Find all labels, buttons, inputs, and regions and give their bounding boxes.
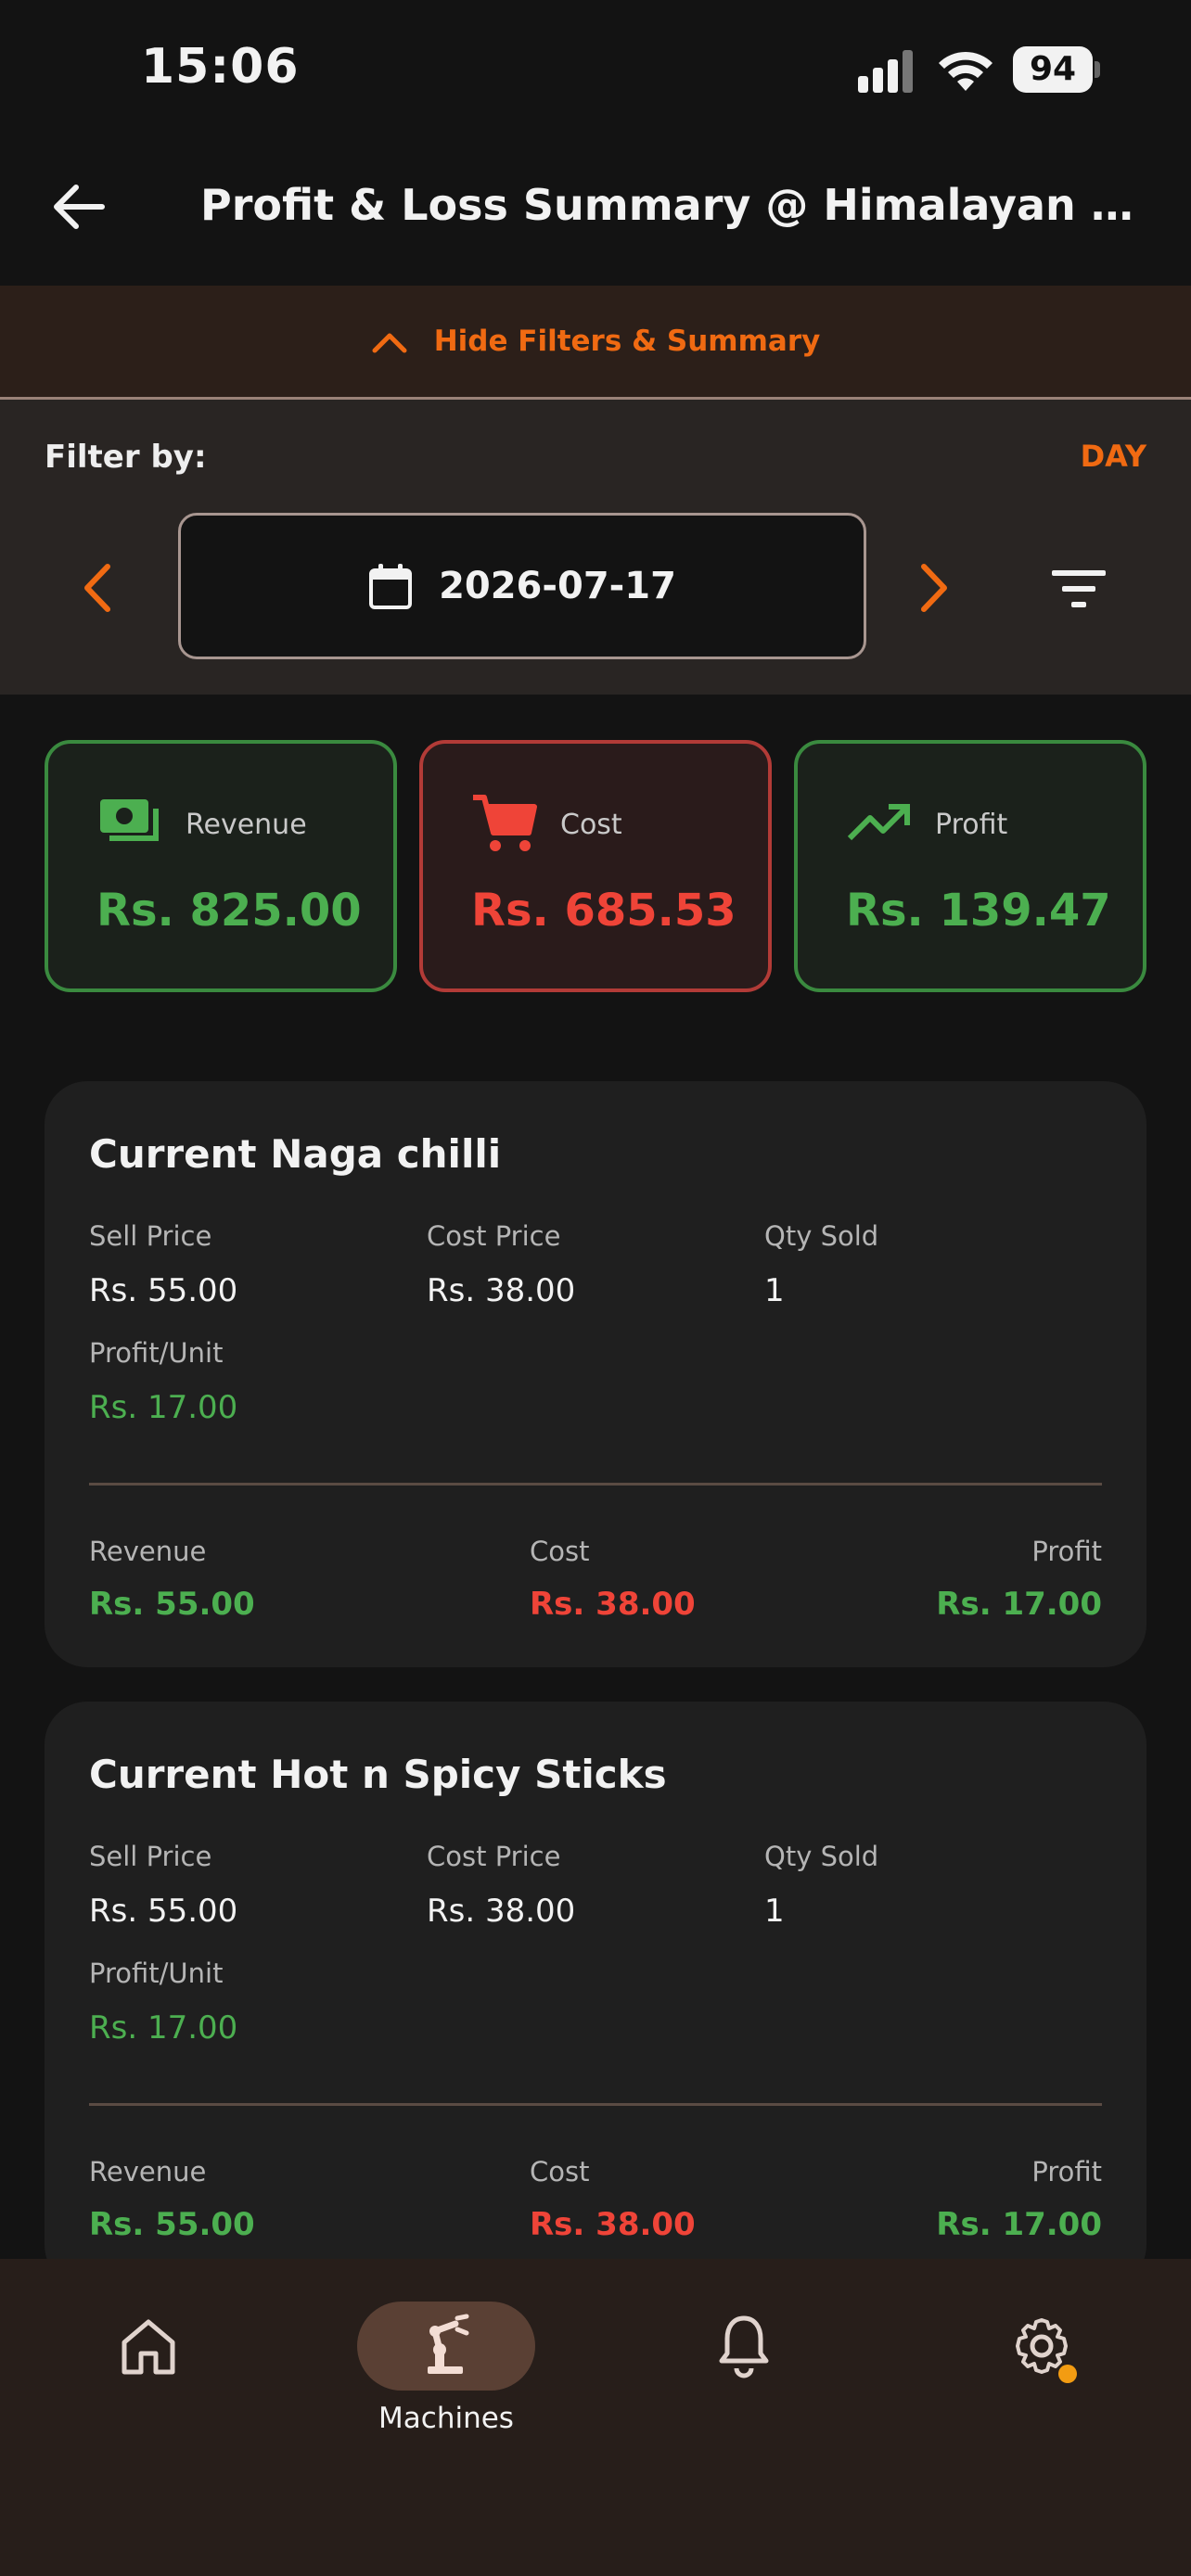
- sell-price-label: Sell Price: [89, 1220, 212, 1252]
- shopping-cart-icon: [473, 795, 537, 851]
- chevron-right-icon[interactable]: [911, 555, 957, 620]
- product-name: Current Hot n Spicy Sticks: [89, 1752, 667, 1797]
- revenue-label: Revenue: [89, 2156, 207, 2187]
- revenue-value: Rs. 55.00: [89, 1586, 255, 1623]
- profit-summary-card: Profit Rs. 139.47: [794, 740, 1146, 992]
- trending-up-icon: [847, 804, 910, 841]
- bottom-navigation: Machines: [0, 2259, 1191, 2576]
- home-icon: [122, 2319, 175, 2375]
- nav-item-notifications[interactable]: [655, 2302, 833, 2441]
- status-bar: 15:06 94: [0, 0, 1191, 139]
- qty-sold-value: 1: [764, 1893, 785, 1930]
- battery-indicator: 94: [1013, 46, 1093, 93]
- revenue-summary-label: Revenue: [186, 809, 307, 841]
- filter-list-icon[interactable]: [1048, 563, 1109, 615]
- profit-value: Rs. 17.00: [936, 1586, 1102, 1623]
- nav-item-settings[interactable]: [953, 2302, 1131, 2441]
- cost-summary-label: Cost: [560, 809, 622, 841]
- battery-tip: [1095, 61, 1100, 78]
- filter-by-label: Filter by:: [45, 439, 207, 476]
- cost-price-value: Rs. 38.00: [427, 1893, 576, 1930]
- qty-sold-label: Qty Sold: [764, 1841, 879, 1872]
- filter-toggle-bar[interactable]: Hide Filters & Summary: [0, 286, 1191, 400]
- bell-icon: [719, 2315, 769, 2378]
- cost-price-value: Rs. 38.00: [427, 1272, 576, 1309]
- chevron-left-icon[interactable]: [74, 555, 121, 620]
- notification-badge: [1058, 2365, 1077, 2383]
- product-card: Current Hot n Spicy Sticks Sell Price Rs…: [45, 1702, 1146, 2288]
- qty-sold-value: 1: [764, 1272, 785, 1309]
- product-name: Current Naga chilli: [89, 1131, 502, 1177]
- profit-summary-label: Profit: [935, 809, 1008, 841]
- page-title: Profit & Loss Summary @ Himalayan White …: [200, 180, 1156, 230]
- profit-per-unit-label: Profit/Unit: [89, 1958, 224, 1989]
- profit-per-unit-value: Rs. 17.00: [89, 2009, 238, 2047]
- profit-label: Profit: [1031, 2156, 1102, 2187]
- back-arrow-icon[interactable]: [46, 174, 111, 239]
- profit-label: Profit: [1031, 1536, 1102, 1567]
- cost-price-label: Cost Price: [427, 1841, 561, 1872]
- revenue-label: Revenue: [89, 1536, 207, 1567]
- revenue-summary-card: Revenue Rs. 825.00: [45, 740, 397, 992]
- profit-per-unit-label: Profit/Unit: [89, 1337, 224, 1369]
- filter-toggle-button[interactable]: Hide Filters & Summary: [0, 286, 1191, 397]
- qty-sold-label: Qty Sold: [764, 1220, 879, 1252]
- app-bar: Profit & Loss Summary @ Himalayan White …: [0, 139, 1191, 286]
- cost-price-label: Cost Price: [427, 1220, 561, 1252]
- period-selector[interactable]: DAY: [1081, 439, 1146, 474]
- wifi-icon: [939, 51, 992, 91]
- sell-price-value: Rs. 55.00: [89, 1272, 238, 1309]
- revenue-value: Rs. 55.00: [89, 2206, 255, 2243]
- sell-price-label: Sell Price: [89, 1841, 212, 1872]
- cost-value: Rs. 38.00: [530, 2206, 696, 2243]
- product-card: Current Naga chilli Sell Price Rs. 55.00…: [45, 1081, 1146, 1667]
- cost-value: Rs. 38.00: [530, 1586, 696, 1623]
- filter-panel: Filter by: DAY 2026-07-17: [0, 400, 1191, 695]
- sell-price-value: Rs. 55.00: [89, 1893, 238, 1930]
- cost-label: Cost: [530, 2156, 590, 2187]
- nav-item-machines[interactable]: Machines: [357, 2302, 535, 2441]
- revenue-summary-value: Rs. 825.00: [96, 885, 362, 937]
- profit-value: Rs. 17.00: [936, 2206, 1102, 2243]
- status-time: 15:06: [141, 39, 300, 95]
- cash-icon: [100, 799, 159, 841]
- nav-item-home[interactable]: [59, 2302, 237, 2441]
- calendar-icon: [369, 564, 413, 609]
- date-picker[interactable]: 2026-07-17: [178, 513, 866, 659]
- cost-label: Cost: [530, 1536, 590, 1567]
- cellular-signal-icon: [858, 50, 913, 93]
- profit-summary-value: Rs. 139.47: [846, 885, 1111, 937]
- card-divider: [89, 1483, 1102, 1486]
- chevron-up-icon: [372, 333, 407, 353]
- profit-per-unit-value: Rs. 17.00: [89, 1389, 238, 1426]
- robot-arm-icon: [428, 2314, 469, 2374]
- filter-toggle-label: Hide Filters & Summary: [433, 325, 821, 358]
- cost-summary-card: Cost Rs. 685.53: [419, 740, 772, 992]
- nav-label-machines: Machines: [378, 2402, 514, 2435]
- card-divider: [89, 2103, 1102, 2106]
- selected-date: 2026-07-17: [439, 565, 676, 607]
- cost-summary-value: Rs. 685.53: [471, 885, 736, 937]
